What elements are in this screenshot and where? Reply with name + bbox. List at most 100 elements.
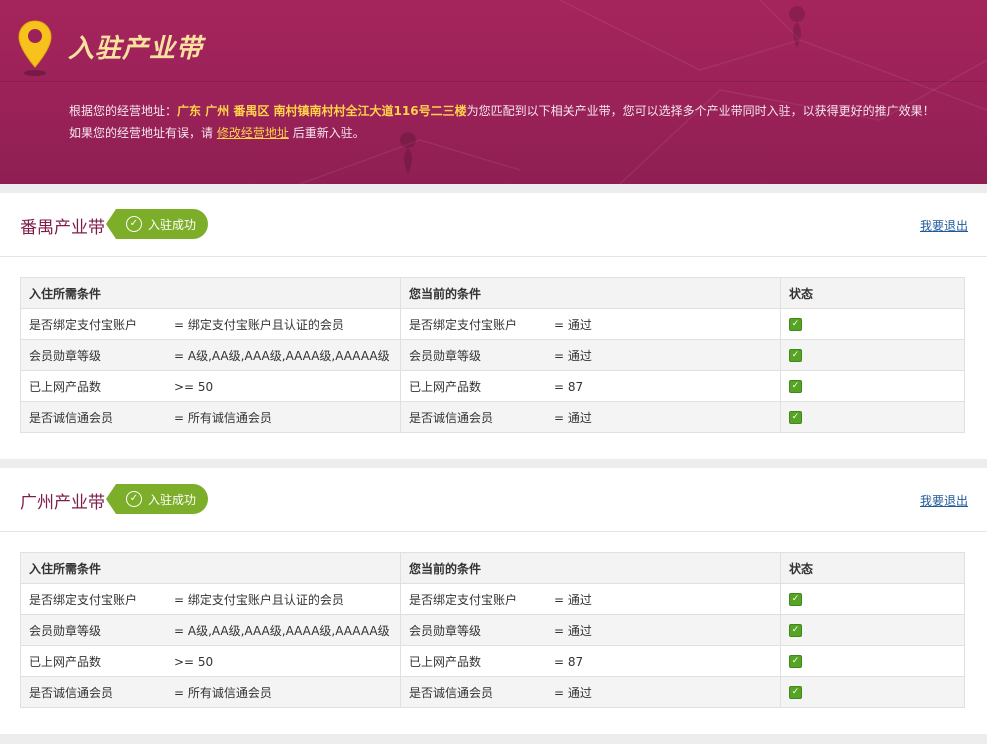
check-icon: ✓ (789, 411, 802, 424)
location-pin-icon (18, 20, 52, 76)
page-title: 入驻产业带 (68, 34, 204, 64)
required-cell: 是否绑定支付宝账户 = 绑定支付宝账户且认证的会员 (20, 308, 401, 340)
check-icon: ✓ (789, 686, 802, 699)
table-row: 是否诚信通会员 = 所有诚信通会员 是否诚信通会员 = 通过 ✓ (20, 676, 965, 708)
check-circle-icon: ✓ (126, 216, 142, 232)
current-cell: 会员勋章等级 = 通过 (400, 339, 781, 371)
zone-section-panyu: 番禺产业带 ✓ 入驻成功 我要退出 入住所需条件 您当前的条件 状态 是否绑定支… (0, 193, 987, 459)
table-row: 是否绑定支付宝账户 = 绑定支付宝账户且认证的会员 是否绑定支付宝账户 = 通过 ✓ (20, 308, 965, 340)
required-cell: 已上网产品数 >= 50 (20, 370, 401, 402)
exit-link[interactable]: 我要退出 (920, 492, 968, 509)
header-status: 状态 (780, 552, 965, 584)
status-cell: ✓ (780, 645, 965, 677)
required-label: 是否绑定支付宝账户 (29, 317, 138, 332)
exit-link[interactable]: 我要退出 (920, 217, 968, 234)
table-row: 已上网产品数 >= 50 已上网产品数 = 87 ✓ (20, 370, 965, 402)
required-value: = A级,AA级,AAA级,AAAA级,AAAAA级 (174, 623, 390, 638)
table-header-row: 入住所需条件 您当前的条件 状态 (20, 277, 965, 309)
required-cell: 是否绑定支付宝账户 = 绑定支付宝账户且认证的会员 (20, 583, 401, 615)
required-label: 已上网产品数 (29, 654, 102, 669)
check-icon: ✓ (789, 349, 802, 362)
current-label: 已上网产品数 (409, 654, 482, 669)
current-label: 会员勋章等级 (409, 623, 482, 638)
zone-title: 番禺产业带 (20, 218, 105, 238)
section-header: 番禺产业带 ✓ 入驻成功 我要退出 (0, 193, 987, 257)
current-value: = 通过 (554, 685, 592, 700)
current-cell: 是否绑定支付宝账户 = 通过 (400, 308, 781, 340)
check-circle-icon: ✓ (126, 491, 142, 507)
required-cell: 是否诚信通会员 = 所有诚信通会员 (20, 676, 401, 708)
edit-address-link[interactable]: 修改经营地址 (217, 126, 289, 140)
success-badge: ✓ 入驻成功 (105, 209, 209, 239)
current-value: = 通过 (554, 410, 592, 425)
zone-title: 广州产业带 (20, 493, 105, 513)
header-current: 您当前的条件 (400, 277, 781, 309)
current-label: 是否绑定支付宝账户 (409, 317, 518, 332)
current-label: 是否诚信通会员 (409, 685, 494, 700)
header-status: 状态 (780, 277, 965, 309)
table-row: 已上网产品数 >= 50 已上网产品数 = 87 ✓ (20, 645, 965, 677)
current-cell: 是否绑定支付宝账户 = 通过 (400, 583, 781, 615)
banner-divider (0, 81, 987, 82)
header-banner: 入驻产业带 根据您的经营地址：广东 广州 番禺区 南村镇南村村全江大道116号二… (0, 0, 987, 184)
required-value: = 绑定支付宝账户且认证的会员 (174, 317, 344, 332)
required-cell: 已上网产品数 >= 50 (20, 645, 401, 677)
current-cell: 会员勋章等级 = 通过 (400, 614, 781, 646)
table-header-row: 入住所需条件 您当前的条件 状态 (20, 552, 965, 584)
check-icon: ✓ (789, 380, 802, 393)
intro-prefix: 根据您的经营地址： (69, 104, 178, 118)
required-value: = A级,AA级,AAA级,AAAA级,AAAAA级 (174, 348, 390, 363)
current-label: 是否诚信通会员 (409, 410, 494, 425)
intro-line2-suffix: 后重新入驻。 (292, 126, 365, 140)
zone-section-guangzhou: 广州产业带 ✓ 入驻成功 我要退出 入住所需条件 您当前的条件 状态 是否绑定支… (0, 468, 987, 734)
current-value: = 通过 (554, 592, 592, 607)
intro-suffix: 为您匹配到以下相关产业带，您可以选择多个产业带同时入驻，以获得更好的推广效果！ (466, 104, 935, 118)
required-value: = 绑定支付宝账户且认证的会员 (174, 592, 344, 607)
current-label: 已上网产品数 (409, 379, 482, 394)
check-icon: ✓ (789, 318, 802, 331)
required-label: 是否绑定支付宝账户 (29, 592, 138, 607)
conditions-table: 入住所需条件 您当前的条件 状态 是否绑定支付宝账户 = 绑定支付宝账户且认证的会… (20, 277, 965, 433)
current-value: = 通过 (554, 348, 592, 363)
success-badge: ✓ 入驻成功 (105, 484, 209, 514)
status-cell: ✓ (780, 370, 965, 402)
required-value: >= 50 (174, 654, 214, 669)
check-icon: ✓ (789, 655, 802, 668)
required-label: 已上网产品数 (29, 379, 102, 394)
check-icon: ✓ (789, 593, 802, 606)
header-required: 入住所需条件 (20, 552, 401, 584)
status-cell: ✓ (780, 614, 965, 646)
current-value: = 87 (554, 654, 584, 669)
status-cell: ✓ (780, 676, 965, 708)
badge-label: 入驻成功 (148, 492, 197, 507)
required-cell: 是否诚信通会员 = 所有诚信通会员 (20, 401, 401, 433)
current-cell: 已上网产品数 = 87 (400, 645, 781, 677)
conditions-table: 入住所需条件 您当前的条件 状态 是否绑定支付宝账户 = 绑定支付宝账户且认证的会… (20, 552, 965, 708)
required-cell: 会员勋章等级 = A级,AA级,AAA级,AAAA级,AAAAA级 (20, 614, 401, 646)
header-current: 您当前的条件 (400, 552, 781, 584)
required-value: = 所有诚信通会员 (174, 685, 272, 700)
required-label: 会员勋章等级 (29, 623, 102, 638)
header-required: 入住所需条件 (20, 277, 401, 309)
required-value: >= 50 (174, 379, 214, 394)
table-row: 是否绑定支付宝账户 = 绑定支付宝账户且认证的会员 是否绑定支付宝账户 = 通过 ✓ (20, 583, 965, 615)
current-value: = 通过 (554, 623, 592, 638)
badge-label: 入驻成功 (148, 217, 197, 232)
business-address: 广东 广州 番禺区 南村镇南村村全江大道116号二三楼 (177, 104, 467, 118)
section-header: 广州产业带 ✓ 入驻成功 我要退出 (0, 468, 987, 532)
status-cell: ✓ (780, 401, 965, 433)
current-cell: 是否诚信通会员 = 通过 (400, 676, 781, 708)
current-label: 是否绑定支付宝账户 (409, 592, 518, 607)
current-value: = 通过 (554, 317, 592, 332)
required-cell: 会员勋章等级 = A级,AA级,AAA级,AAAA级,AAAAA级 (20, 339, 401, 371)
current-value: = 87 (554, 379, 584, 394)
status-cell: ✓ (780, 308, 965, 340)
intro-line2-prefix: 如果您的经营地址有误，请 (69, 126, 214, 140)
current-cell: 是否诚信通会员 = 通过 (400, 401, 781, 433)
required-value: = 所有诚信通会员 (174, 410, 272, 425)
required-label: 是否诚信通会员 (29, 410, 114, 425)
table-row: 会员勋章等级 = A级,AA级,AAA级,AAAA级,AAAAA级 会员勋章等级 =… (20, 339, 965, 371)
current-label: 会员勋章等级 (409, 348, 482, 363)
check-icon: ✓ (789, 624, 802, 637)
status-cell: ✓ (780, 583, 965, 615)
